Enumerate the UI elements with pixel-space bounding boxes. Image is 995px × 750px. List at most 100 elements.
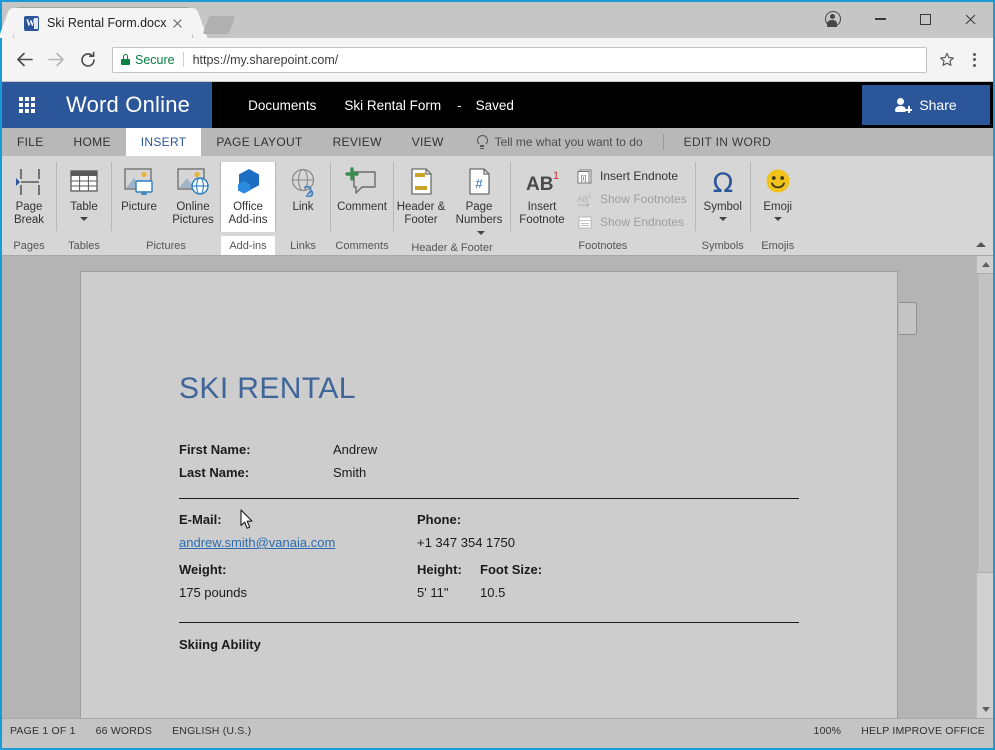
bookmark-star-icon[interactable]	[933, 47, 961, 73]
last-name-label: Last Name:	[179, 465, 250, 480]
browser-tab-strip: W Ski Rental Form.docx	[2, 2, 993, 38]
link-button[interactable]: Link	[276, 162, 330, 232]
tell-me-label: Tell me what you want to do	[494, 135, 643, 149]
window-controls	[808, 2, 993, 36]
insert-footnote-button[interactable]: AB 1 Insert Footnote	[511, 162, 573, 232]
word-online-app: Word Online Documents Ski Rental Form - …	[2, 82, 993, 742]
page-break-button[interactable]: Page Break	[2, 162, 56, 232]
new-tab-button[interactable]	[202, 16, 236, 34]
header-footer-button[interactable]: Header & Footer	[394, 162, 448, 232]
tab-page-layout[interactable]: PAGE LAYOUT	[201, 128, 317, 156]
tell-me-search[interactable]: Tell me what you want to do	[459, 128, 657, 156]
emoji-button[interactable]: Emoji	[751, 162, 805, 232]
insert-footnote-label: Insert Footnote	[519, 201, 565, 226]
first-name-value[interactable]: Andrew	[333, 442, 377, 457]
link-label: Link	[292, 201, 314, 213]
breadcrumb-documents[interactable]: Documents	[234, 98, 330, 113]
browser-tab[interactable]: W Ski Rental Form.docx	[14, 8, 192, 38]
office-addins-button[interactable]: Office Add-ins	[221, 162, 275, 232]
tab-home[interactable]: HOME	[59, 128, 126, 156]
show-endnotes-label: Show Endnotes	[600, 215, 685, 229]
browser-navigation-bar: Secure https://my.sharepoint.com/	[2, 38, 993, 82]
address-bar[interactable]: Secure https://my.sharepoint.com/	[112, 46, 927, 73]
ribbon-group-footnotes: AB 1 Insert Footnote [i] Insert Endnote …	[511, 156, 695, 255]
chevron-down-icon[interactable]	[773, 217, 782, 221]
scroll-down-button[interactable]	[977, 701, 993, 718]
page-side-handle[interactable]	[899, 302, 917, 335]
app-launcher-icon[interactable]	[2, 82, 52, 128]
field-row-skiing-ability: Skiing Ability	[179, 637, 799, 652]
picture-button[interactable]: Picture	[112, 162, 166, 232]
email-value-link[interactable]: andrew.smith@vanaia.com	[179, 535, 417, 550]
field-row-email-phone-labels: E-Mail: Phone:	[179, 512, 799, 527]
document-scrollbar[interactable]	[976, 256, 993, 718]
document-page[interactable]: SKI RENTAL First Name: Andrew Last Name:…	[80, 271, 917, 718]
last-name-value[interactable]: Smith	[333, 465, 366, 480]
group-label-pictures: Pictures	[146, 239, 186, 252]
field-row-measure-labels: Weight: Height: Foot Size:	[179, 562, 799, 577]
header-footer-label: Header & Footer	[396, 201, 446, 226]
word-favicon: W	[24, 15, 39, 31]
close-window-button[interactable]	[948, 2, 993, 36]
scroll-up-button[interactable]	[977, 256, 993, 273]
divider-1	[179, 498, 799, 499]
tab-review[interactable]: REVIEW	[318, 128, 397, 156]
page-break-icon	[13, 165, 45, 199]
online-pictures-button[interactable]: Online Pictures	[166, 162, 220, 232]
breadcrumb-document-name[interactable]: Ski Rental Form	[330, 98, 455, 113]
group-label-tables: Tables	[68, 239, 100, 252]
phone-value[interactable]: +1 347 354 1750	[417, 535, 515, 550]
tab-insert[interactable]: INSERT	[125, 128, 202, 156]
account-icon[interactable]	[808, 2, 858, 36]
lock-icon	[121, 54, 130, 65]
comment-button[interactable]: Comment	[331, 162, 393, 232]
minimize-button[interactable]	[858, 2, 903, 36]
svg-text:[i]: [i]	[581, 175, 587, 182]
height-value[interactable]: 5' 11"	[417, 585, 480, 600]
table-button[interactable]: Table	[57, 162, 111, 232]
document-title: SKI RENTAL	[179, 372, 356, 405]
chevron-down-icon[interactable]	[477, 230, 485, 235]
group-label-links: Links	[290, 239, 316, 252]
close-tab-icon[interactable]	[169, 15, 186, 32]
browser-tab-title: Ski Rental Form.docx	[47, 16, 167, 30]
chevron-down-icon[interactable]	[718, 217, 727, 221]
browser-menu-icon[interactable]	[961, 47, 987, 73]
tab-view[interactable]: VIEW	[397, 128, 459, 156]
reload-icon	[81, 51, 95, 67]
status-help-improve-office[interactable]: HELP IMPROVE OFFICE	[861, 725, 985, 737]
edit-in-word-button[interactable]: EDIT IN WORD	[670, 128, 785, 156]
weight-value[interactable]: 175 pounds	[179, 585, 417, 600]
omega-icon: Ω	[707, 165, 739, 199]
reload-button[interactable]	[72, 44, 104, 76]
foot-size-value[interactable]: 10.5	[480, 585, 505, 600]
star-outline-icon	[940, 52, 954, 66]
share-button[interactable]: Share	[862, 85, 990, 125]
chevron-down-icon[interactable]	[80, 217, 88, 221]
office-addins-icon	[232, 165, 264, 199]
page-numbers-button[interactable]: # Page Numbers	[448, 162, 510, 240]
back-button[interactable]	[8, 44, 40, 76]
online-pictures-icon	[175, 165, 211, 199]
group-label-header-footer: Header & Footer	[411, 241, 493, 254]
group-label-footnotes: Footnotes	[578, 239, 628, 252]
maximize-button[interactable]	[903, 2, 948, 36]
status-page: PAGE 1 OF 1	[10, 724, 76, 737]
scrollbar-thumb[interactable]	[977, 273, 993, 573]
skiing-ability-label: Skiing Ability	[179, 637, 261, 652]
smiley-icon	[763, 165, 793, 199]
insert-endnote-button[interactable]: [i] Insert Endnote	[573, 166, 695, 186]
symbol-button[interactable]: Ω Symbol	[696, 162, 750, 232]
height-label: Height:	[417, 562, 462, 577]
collapse-ribbon-button[interactable]	[973, 236, 989, 252]
show-footnotes-button: AB 1 Show Footnotes	[573, 189, 695, 209]
link-icon	[287, 165, 319, 199]
table-label: Table	[70, 201, 98, 213]
group-label-comments: Comments	[335, 239, 389, 252]
divider-2	[179, 622, 799, 623]
forward-button[interactable]	[40, 44, 72, 76]
emoji-label: Emoji	[763, 201, 793, 213]
first-name-label: First Name:	[179, 442, 251, 457]
status-zoom[interactable]: 100%	[814, 725, 842, 737]
tab-file[interactable]: FILE	[2, 128, 59, 156]
